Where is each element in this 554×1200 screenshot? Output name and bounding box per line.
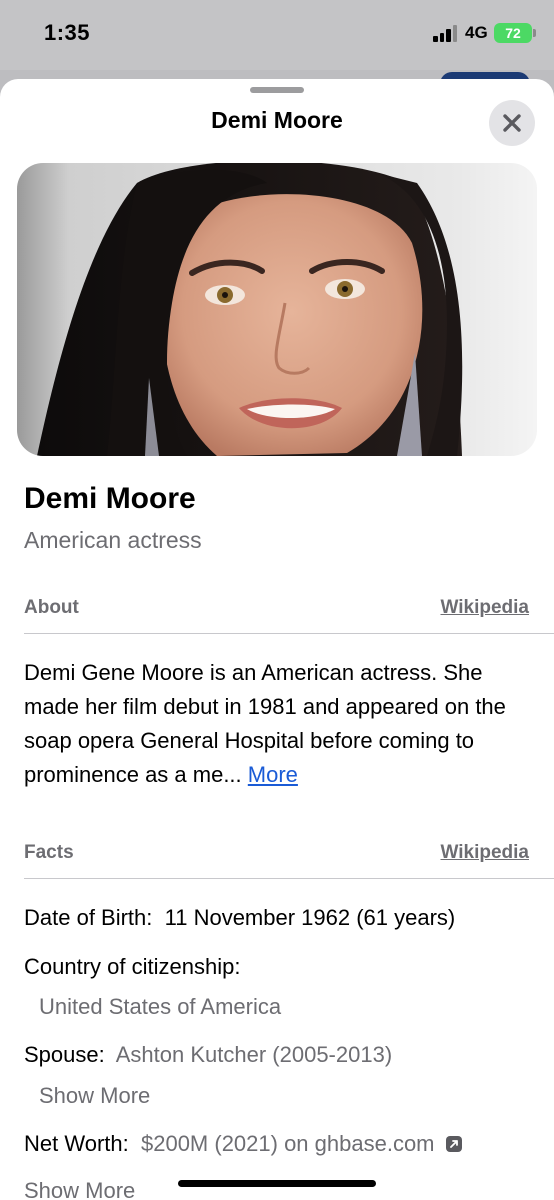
- spouse-label: Spouse:: [24, 1042, 105, 1067]
- birth-value: 11 November 1962 (61 years): [164, 905, 456, 930]
- net-worth-value[interactable]: $200M (2021) on ghbase.com: [141, 1131, 435, 1156]
- close-icon: [503, 114, 521, 132]
- external-link-icon[interactable]: [445, 1135, 463, 1153]
- more-link[interactable]: More: [248, 762, 298, 787]
- close-button[interactable]: [489, 100, 535, 146]
- fact-net-worth: Net Worth: $200M (2021) on ghbase.com: [24, 1131, 463, 1157]
- facts-label: Facts: [24, 842, 74, 863]
- knowledge-sheet: Demi Moore Demi Moore American actress A…: [0, 79, 554, 1200]
- citizenship-value[interactable]: United States of America: [39, 994, 281, 1020]
- about-label: About: [24, 597, 79, 618]
- fact-citizenship-label: Country of citizenship:: [24, 954, 241, 979]
- portrait-image: [37, 163, 463, 456]
- net-worth-show-more-button[interactable]: Show More: [24, 1178, 135, 1200]
- birth-label: Date of Birth:: [24, 905, 153, 930]
- network-type: 4G: [465, 23, 488, 42]
- about-divider: [24, 633, 554, 634]
- about-text: Demi Gene Moore is an American actress. …: [24, 656, 539, 792]
- facts-divider: [24, 878, 554, 879]
- spouse-show-more-button[interactable]: Show More: [39, 1083, 150, 1109]
- sheet-title: Demi Moore: [211, 107, 343, 133]
- spouse-value[interactable]: Ashton Kutcher (2005-2013): [116, 1042, 392, 1067]
- net-worth-label: Net Worth:: [24, 1131, 129, 1156]
- battery-icon: 72: [494, 23, 532, 43]
- home-indicator[interactable]: [178, 1180, 376, 1187]
- entity-description: American actress: [24, 527, 202, 553]
- fact-spouse: Spouse: Ashton Kutcher (2005-2013): [24, 1042, 392, 1068]
- fact-date-of-birth: Date of Birth: 11 November 1962 (61 year…: [24, 905, 455, 931]
- entity-name: Demi Moore: [24, 482, 196, 515]
- cellular-signal-icon: [433, 24, 459, 42]
- sheet-grabber[interactable]: [250, 87, 304, 93]
- status-time: 1:35: [44, 20, 91, 45]
- entity-photo[interactable]: [17, 163, 537, 456]
- about-wikipedia-link[interactable]: Wikipedia: [440, 597, 529, 619]
- status-bar: 1:35 4G 72: [0, 0, 554, 70]
- facts-wikipedia-link[interactable]: Wikipedia: [440, 842, 529, 864]
- battery-cap: [533, 29, 536, 37]
